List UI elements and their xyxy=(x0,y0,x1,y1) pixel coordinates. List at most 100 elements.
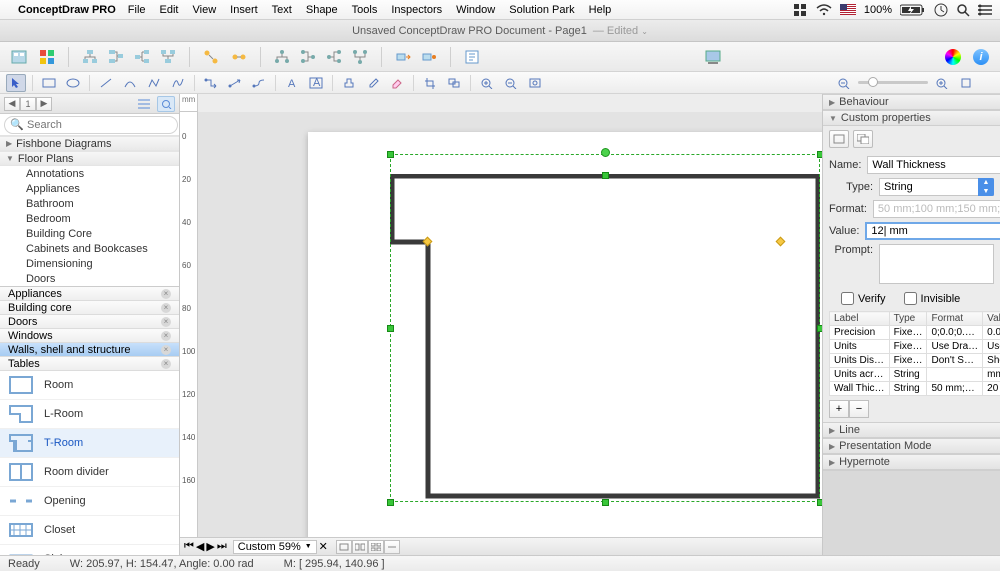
connector-smart-icon[interactable] xyxy=(201,74,221,92)
section-custom-properties[interactable]: ▼Custom properties xyxy=(823,110,1000,126)
section-hypernote[interactable]: ▶Hypernote xyxy=(823,454,1000,470)
cp-tab-multi-icon[interactable] xyxy=(853,130,873,148)
menu-insert[interactable]: Insert xyxy=(230,4,258,16)
close-icon[interactable]: × xyxy=(161,331,171,341)
hypernote-icon[interactable] xyxy=(461,46,483,68)
color-picker-icon[interactable] xyxy=(942,46,964,68)
close-icon[interactable]: × xyxy=(161,303,171,313)
tree-item[interactable]: Cabinets and Bookcases xyxy=(0,241,179,256)
zoom-out-icon[interactable] xyxy=(501,74,521,92)
table-cell[interactable]: String xyxy=(889,368,927,382)
close-icon[interactable]: × xyxy=(161,345,171,355)
spline-tool-icon[interactable] xyxy=(168,74,188,92)
fit-page-icon[interactable] xyxy=(956,74,976,92)
hierarchy-2-icon[interactable] xyxy=(297,46,319,68)
tree-item[interactable]: Annotations xyxy=(0,166,179,181)
shape-row[interactable]: T-Room xyxy=(0,429,179,458)
menu-view[interactable]: View xyxy=(193,4,217,16)
table-cell[interactable]: Units xyxy=(830,340,890,354)
close-icon[interactable]: × xyxy=(161,359,171,369)
solutions-icon[interactable] xyxy=(36,46,58,68)
zoom-reset-icon[interactable]: ✕ xyxy=(319,540,328,553)
stencil-row[interactable]: Doors× xyxy=(0,315,179,329)
shape-row[interactable]: Room divider xyxy=(0,458,179,487)
zoom-fit-icon[interactable] xyxy=(525,74,545,92)
ellipse-tool-icon[interactable] xyxy=(63,74,83,92)
page-next-icon[interactable]: ▶ xyxy=(206,540,214,553)
zoom-combo[interactable]: Custom 59%▼ xyxy=(233,540,317,554)
page-mode-4-icon[interactable] xyxy=(384,540,400,554)
hierarchy-4-icon[interactable] xyxy=(349,46,371,68)
table-header[interactable]: Label xyxy=(830,312,890,326)
menu-edit[interactable]: Edit xyxy=(160,4,179,16)
rotation-handle[interactable] xyxy=(601,148,610,157)
table-row[interactable]: Units acr…String mm xyxy=(830,368,1000,382)
chain-tool-icon[interactable] xyxy=(200,46,222,68)
table-cell[interactable]: String xyxy=(889,382,927,396)
tree-header-fishbone[interactable]: ▶Fishbone Diagrams xyxy=(0,136,179,151)
table-cell[interactable]: Fixe… xyxy=(889,340,927,354)
section-behaviour[interactable]: ▶Behaviour xyxy=(823,94,1000,110)
connector-direct-icon[interactable] xyxy=(225,74,245,92)
menu-tools[interactable]: Tools xyxy=(352,4,378,16)
info-icon[interactable]: i xyxy=(970,46,992,68)
crop-tool-icon[interactable] xyxy=(420,74,440,92)
table-cell[interactable]: 0.0 xyxy=(983,326,1000,340)
tree-item[interactable]: Doors xyxy=(0,271,179,286)
library-pager[interactable]: ◀1▶ xyxy=(4,97,52,111)
polyline-tool-icon[interactable] xyxy=(144,74,164,92)
spotlight-icon[interactable] xyxy=(956,3,970,17)
menu-text[interactable]: Text xyxy=(272,4,292,16)
tree-item[interactable]: Bathroom xyxy=(0,196,179,211)
resize-handle-nw[interactable] xyxy=(387,151,394,158)
zoom-out-2-icon[interactable] xyxy=(834,74,854,92)
tree-item[interactable]: Dimensioning xyxy=(0,256,179,271)
eraser-tool-icon[interactable] xyxy=(387,74,407,92)
stamp-tool-icon[interactable] xyxy=(339,74,359,92)
page-mode-2-icon[interactable] xyxy=(352,540,368,554)
tree-tool-2-icon[interactable] xyxy=(105,46,127,68)
shape-row[interactable]: Room xyxy=(0,371,179,400)
shape-row[interactable]: Slab xyxy=(0,545,179,555)
type-select[interactable]: String▲▼ xyxy=(879,178,994,196)
tree-tool-3-icon[interactable] xyxy=(131,46,153,68)
close-icon[interactable]: × xyxy=(161,317,171,327)
rapid-draw-1-icon[interactable] xyxy=(392,46,414,68)
table-cell[interactable]: Units acr… xyxy=(830,368,890,382)
resize-handle-e[interactable] xyxy=(817,325,822,332)
shape-row[interactable]: L-Room xyxy=(0,400,179,429)
presentation-icon[interactable] xyxy=(702,46,724,68)
table-cell[interactable]: Use Dra… xyxy=(983,340,1000,354)
tree-header-floorplans[interactable]: ▼Floor Plans xyxy=(0,151,179,166)
add-property-button[interactable]: + xyxy=(829,400,849,418)
tree-item[interactable]: Building Core xyxy=(0,226,179,241)
remove-property-button[interactable]: − xyxy=(849,400,869,418)
table-cell[interactable] xyxy=(927,368,983,382)
tree-tool-4-icon[interactable] xyxy=(157,46,179,68)
table-row[interactable]: Units Dis…Fixe…Don't S…Show Un… xyxy=(830,354,1000,368)
arc-tool-icon[interactable] xyxy=(120,74,140,92)
page-first-icon[interactable]: ⏮ xyxy=(184,540,194,553)
resize-handle-s[interactable] xyxy=(602,499,609,506)
menu-solution-park[interactable]: Solution Park xyxy=(509,4,574,16)
dashboard-icon[interactable] xyxy=(794,4,808,16)
hierarchy-3-icon[interactable] xyxy=(323,46,345,68)
table-header[interactable]: Format xyxy=(927,312,983,326)
properties-table[interactable]: LabelTypeFormatValuePrecisionFixe…0;0.0;… xyxy=(829,311,1000,396)
clock-icon[interactable] xyxy=(934,3,948,17)
line-tool-icon[interactable] xyxy=(96,74,116,92)
table-cell[interactable]: mm xyxy=(983,368,1000,382)
ruler-vertical[interactable]: 020406080100120140160 xyxy=(180,112,198,555)
pointer-tool-icon[interactable] xyxy=(6,74,26,92)
table-cell[interactable]: Show Un… xyxy=(983,354,1000,368)
connector-curved-icon[interactable] xyxy=(249,74,269,92)
zoom-slider[interactable] xyxy=(858,81,928,84)
table-row[interactable]: PrecisionFixe…0;0.0;0.…0.0 xyxy=(830,326,1000,340)
table-header[interactable]: Type xyxy=(889,312,927,326)
eyedropper-tool-icon[interactable] xyxy=(363,74,383,92)
shape-row[interactable]: Closet xyxy=(0,516,179,545)
page-prev-icon[interactable]: ◀ xyxy=(196,540,204,553)
shape-row[interactable]: Opening xyxy=(0,487,179,516)
table-cell[interactable]: Fixe… xyxy=(889,354,927,368)
name-input[interactable] xyxy=(867,156,1000,174)
